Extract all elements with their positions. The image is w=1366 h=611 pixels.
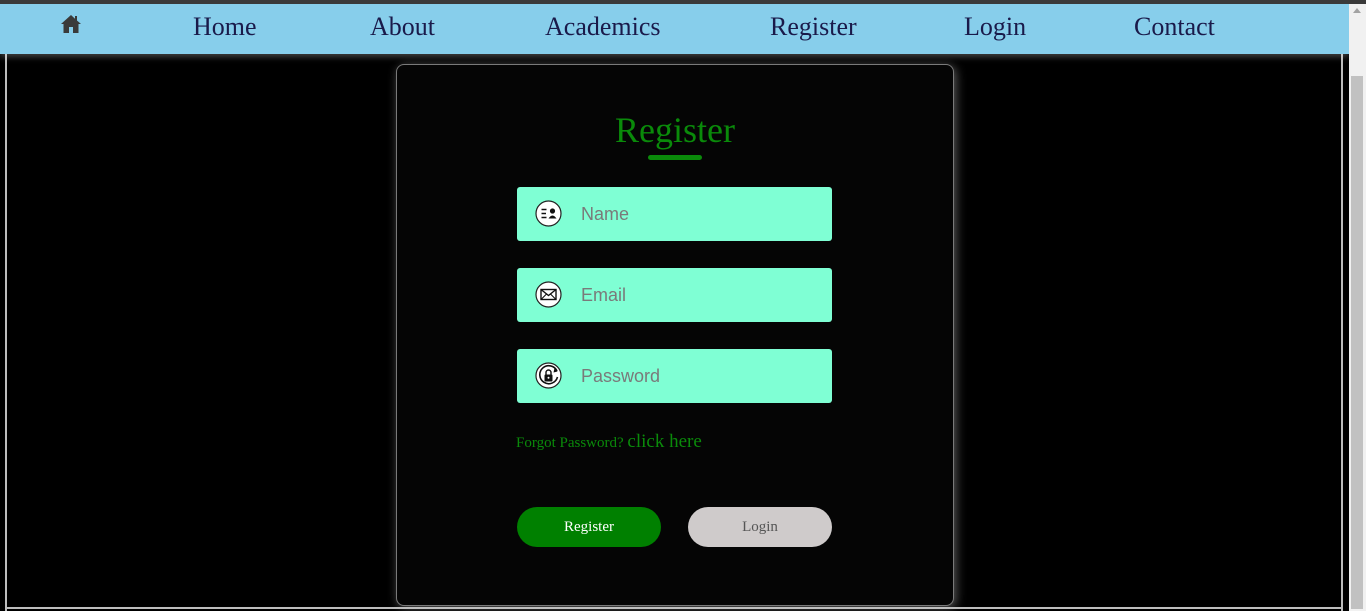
top-navbar: Home About Academics Register Login Cont… xyxy=(0,4,1349,54)
forgot-password-row: Forgot Password? click here xyxy=(516,431,702,453)
nav-link-about[interactable]: About xyxy=(370,12,435,42)
home-icon[interactable] xyxy=(60,14,82,34)
email-field xyxy=(517,268,832,322)
nav-link-contact[interactable]: Contact xyxy=(1134,12,1215,42)
scroll-up-arrow-icon[interactable] xyxy=(1353,8,1361,13)
form-title: Register xyxy=(615,110,735,150)
login-button[interactable]: Login xyxy=(688,507,832,547)
nav-link-login[interactable]: Login xyxy=(964,12,1026,42)
register-card: Register Name Email Forgot Password? cli… xyxy=(396,64,954,606)
nav-link-home[interactable]: Home xyxy=(193,12,257,42)
page-frame-bottom xyxy=(5,607,1343,609)
nav-link-register[interactable]: Register xyxy=(770,12,857,42)
forgot-password-text: Forgot Password? xyxy=(516,435,624,451)
envelope-icon xyxy=(535,281,562,308)
name-input[interactable] xyxy=(581,187,821,241)
page-frame-left xyxy=(5,54,7,611)
page-viewport: Home About Academics Register Login Cont… xyxy=(0,4,1349,611)
forgot-password-link[interactable]: click here xyxy=(627,431,701,452)
page-frame-right xyxy=(1341,54,1343,611)
contact-card-icon xyxy=(535,200,562,227)
password-input[interactable] xyxy=(581,349,821,403)
vertical-scrollbar[interactable] xyxy=(1349,4,1366,611)
name-field xyxy=(517,187,832,241)
lock-rotate-icon xyxy=(535,362,562,389)
password-field xyxy=(517,349,832,403)
register-button[interactable]: Register xyxy=(517,507,661,547)
email-input[interactable] xyxy=(581,268,821,322)
nav-link-academics[interactable]: Academics xyxy=(545,12,661,42)
scrollbar-thumb[interactable] xyxy=(1351,76,1363,609)
title-underline xyxy=(648,155,702,160)
